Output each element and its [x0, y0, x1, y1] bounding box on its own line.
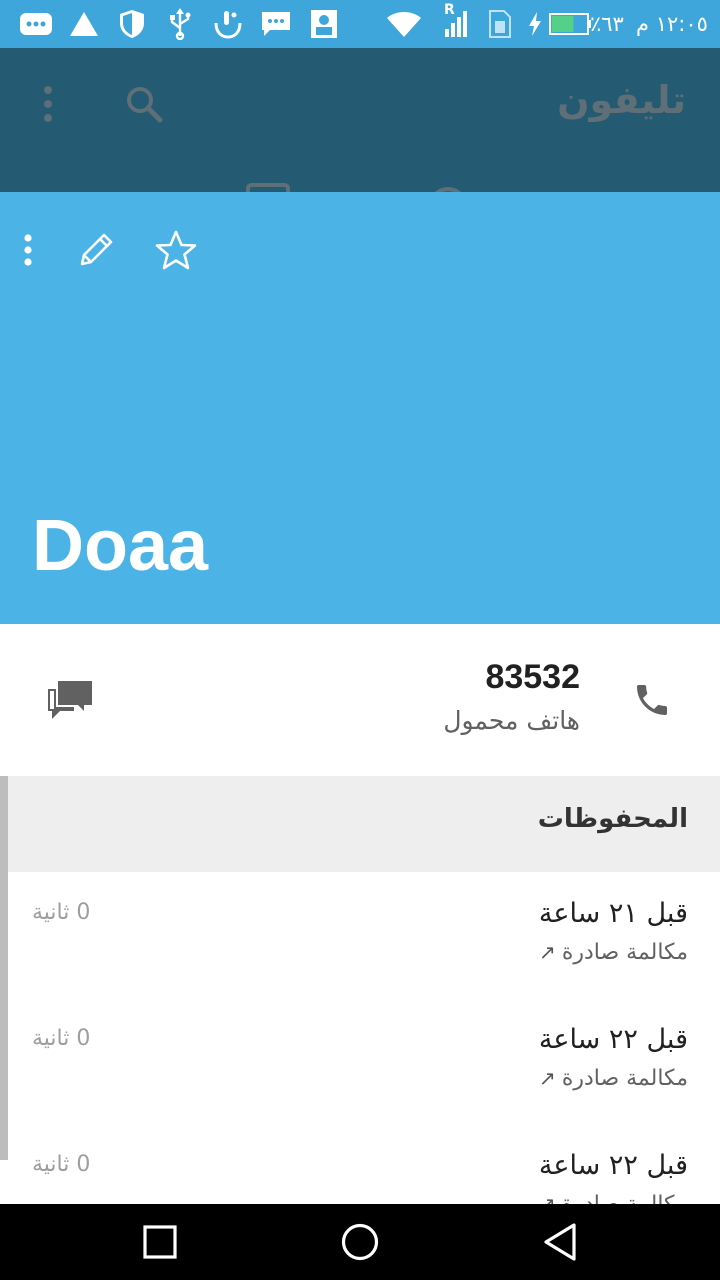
- call-type: مكالمة صادرة↗: [539, 940, 688, 965]
- call-type-label: مكالمة صادرة: [561, 1066, 688, 1091]
- navigation-bar: [0, 1204, 720, 1280]
- call-time: قبل ٢٢ ساعة: [538, 1024, 688, 1055]
- more-notifications-icon: [18, 8, 54, 40]
- call-duration: 0 ثانية: [32, 900, 91, 925]
- list-item[interactable]: قبل ٢١ ساعة مكالمة صادرة↗ 0 ثانية: [8, 872, 720, 998]
- sim-icon: [482, 8, 518, 40]
- usb-icon: [162, 8, 198, 40]
- outgoing-arrow-icon: ↗: [539, 1192, 556, 1204]
- call-duration: 0 ثانية: [32, 1152, 91, 1177]
- warning-icon: [66, 8, 102, 40]
- phone-entry[interactable]: 83532 هاتف محمول: [0, 624, 720, 776]
- battery-icon: [548, 8, 592, 40]
- touchpal-icon: [210, 8, 246, 40]
- search-icon[interactable]: [122, 82, 166, 126]
- more-vert-icon[interactable]: [0, 222, 56, 278]
- call-type: مكالمة صادرة↗: [539, 1066, 688, 1091]
- contact-card-icon: [306, 8, 342, 40]
- call-type: مكالمة صادرة ↗: [539, 1192, 688, 1204]
- call-icon[interactable]: [624, 672, 680, 728]
- list-item[interactable]: قبل ٢٢ ساعة مكالمة صادرة ↗ 0 ثانية: [8, 1124, 720, 1204]
- battery-percent: ٦٣٪: [590, 12, 624, 36]
- history-title: المحفوظات: [537, 804, 688, 834]
- app-tabs-peek: [0, 180, 720, 192]
- wifi-icon: [386, 8, 422, 40]
- charging-icon: [524, 8, 546, 40]
- recents-icon[interactable]: [136, 1218, 184, 1266]
- list-item[interactable]: قبل ٢٢ ساعة مكالمة صادرة↗ 0 ثانية: [8, 998, 720, 1124]
- history-section-header: المحفوظات: [8, 776, 720, 872]
- home-icon[interactable]: [336, 1218, 384, 1266]
- call-time: قبل ٢٢ ساعة: [538, 1150, 688, 1181]
- outgoing-arrow-icon: ↗: [539, 1066, 556, 1090]
- edit-icon[interactable]: [68, 222, 124, 278]
- call-duration: 0 ثانية: [32, 1026, 91, 1051]
- contact-header: Doaa: [0, 192, 720, 624]
- outgoing-arrow-icon: ↗: [539, 940, 556, 964]
- contact-name: Doaa: [32, 506, 209, 586]
- message-icon: [258, 8, 294, 40]
- roaming-label: R: [444, 2, 455, 18]
- call-type-label: مكالمة صادرة: [561, 940, 688, 965]
- clock: ١٢:٠٥ م: [636, 12, 708, 36]
- back-icon[interactable]: [536, 1218, 584, 1266]
- phone-type-label: هاتف محمول: [443, 706, 580, 735]
- app-title: تليفون: [557, 78, 686, 122]
- phone-number: 83532: [485, 658, 580, 696]
- call-history-list[interactable]: قبل ٢١ ساعة مكالمة صادرة↗ 0 ثانية قبل ٢٢…: [8, 872, 720, 1204]
- phone-app-bar: تليفون: [0, 48, 720, 192]
- call-type-label: مكالمة صادرة: [562, 1192, 688, 1204]
- star-outline-icon[interactable]: [148, 222, 204, 278]
- status-bar: R ٦٣٪ ١٢:٠٥ م: [0, 0, 720, 48]
- more-vert-icon[interactable]: [36, 82, 60, 126]
- call-time: قبل ٢١ ساعة: [538, 898, 688, 929]
- message-icon[interactable]: [40, 672, 100, 728]
- shield-icon: [114, 8, 150, 40]
